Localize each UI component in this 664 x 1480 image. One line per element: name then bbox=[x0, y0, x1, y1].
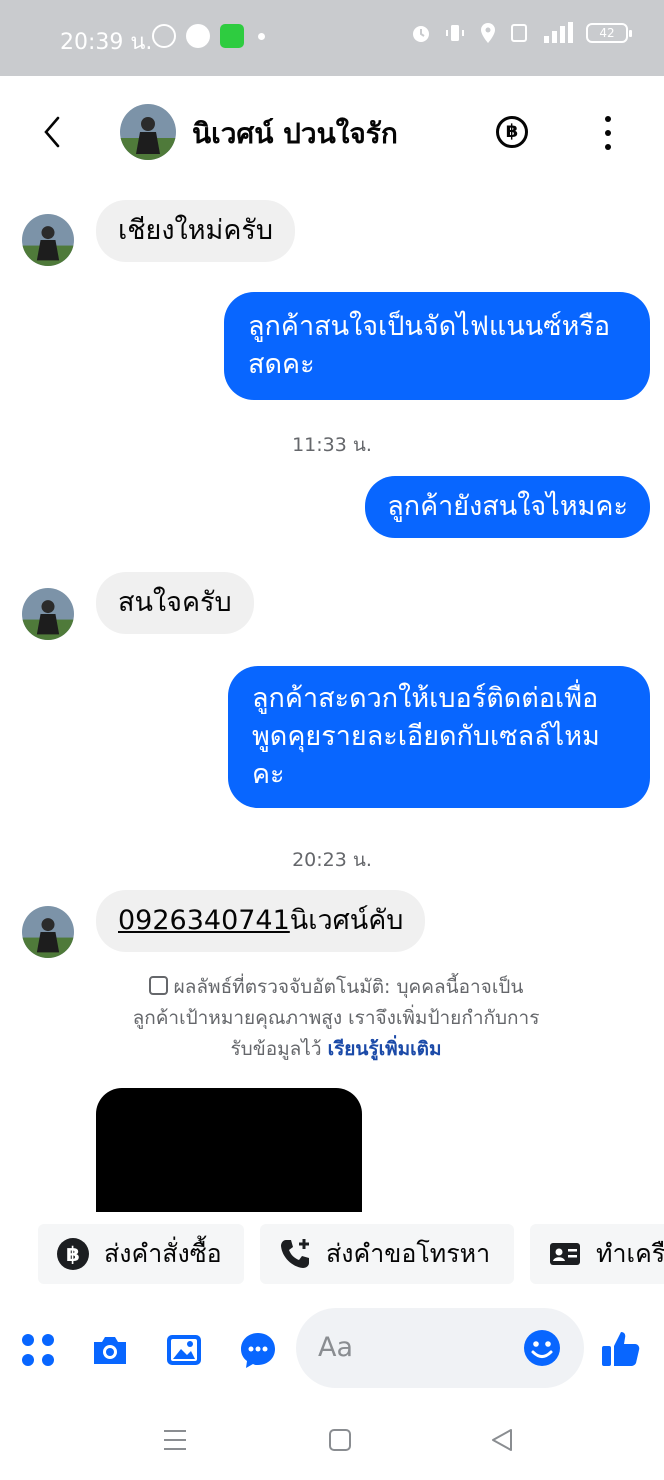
sender-avatar[interactable] bbox=[22, 588, 74, 640]
contact-avatar[interactable] bbox=[120, 104, 176, 160]
message-bubble-incoming[interactable]: 0926340741นิเวศน์คับ bbox=[96, 890, 426, 952]
home-icon[interactable] bbox=[328, 1428, 352, 1452]
sender-avatar[interactable] bbox=[22, 906, 74, 958]
status-notification-icons bbox=[152, 24, 265, 48]
message-timestamp: 11:33 น. bbox=[292, 434, 372, 456]
contact-name[interactable]: นิเวศน์ ปวนใจรัก bbox=[192, 112, 398, 156]
message-bubble-incoming[interactable]: สนใจครับ bbox=[96, 572, 254, 634]
message-timestamp: 20:23 น. bbox=[292, 849, 372, 871]
chat-header: นิเวศน์ ปวนใจรัก ฿ bbox=[0, 76, 664, 188]
quick-reply-send-order[interactable]: ฿ ส่งคำสั่งซื้อ bbox=[38, 1224, 244, 1284]
battery-indicator: 42 bbox=[586, 23, 632, 43]
message-bubble-outgoing[interactable]: ลูกค้าสนใจเป็นจัดไฟแนนซ์หรือ สดคะ bbox=[224, 292, 650, 400]
message-bubble-incoming[interactable]: เชียงใหม่ครับ bbox=[96, 200, 296, 262]
message-composer: Aa bbox=[0, 1298, 664, 1402]
system-navigation-bar bbox=[0, 1402, 664, 1480]
chat-bubble-icon[interactable] bbox=[238, 1330, 278, 1370]
baht-circle-icon: ฿ bbox=[57, 1238, 89, 1270]
phone-number-link[interactable]: 0926340741 bbox=[118, 905, 290, 936]
signal-icon bbox=[544, 22, 573, 43]
fingerprint-icon bbox=[152, 24, 176, 48]
media-attachment[interactable] bbox=[96, 1088, 362, 1212]
message-bubble-outgoing[interactable]: ลูกค้าสะดวกให้เบอร์ติดต่อเพื่อ พูดคุยราย… bbox=[228, 666, 650, 808]
messenger-icon bbox=[186, 24, 210, 48]
alarm-icon bbox=[413, 26, 429, 42]
learn-more-link[interactable]: เรียนรู้เพิ่มเติม bbox=[328, 1038, 442, 1060]
emoji-icon[interactable] bbox=[522, 1328, 562, 1368]
volte-icon bbox=[511, 24, 527, 42]
quick-reply-form[interactable]: ทำเครื bbox=[530, 1224, 664, 1284]
status-bar: 20:39 น. 42 bbox=[0, 0, 664, 76]
app-notification-icon bbox=[220, 24, 244, 48]
message-bubble-outgoing[interactable]: ลูกค้ายังสนใจไหมคะ bbox=[365, 476, 650, 538]
gallery-icon[interactable] bbox=[164, 1330, 204, 1370]
lead-detection-notice: ผลลัพธ์ที่ตรวจจับอัตโนมัติ: บุคคลนี้อาจเ… bbox=[132, 976, 540, 1060]
status-system-icons: 42 bbox=[410, 22, 632, 44]
more-options-icon[interactable] bbox=[596, 116, 620, 150]
sender-avatar[interactable] bbox=[22, 214, 74, 266]
message-input-placeholder: Aa bbox=[318, 1332, 354, 1363]
location-icon bbox=[481, 23, 495, 43]
thumbs-up-icon[interactable] bbox=[600, 1328, 642, 1370]
more-notifications-dot bbox=[258, 32, 265, 40]
recent-apps-icon[interactable] bbox=[162, 1428, 188, 1452]
phone-plus-icon bbox=[281, 1239, 309, 1268]
quick-reply-call-request[interactable]: ส่งคำขอโทรหา bbox=[260, 1224, 514, 1284]
message-input[interactable]: Aa bbox=[296, 1308, 584, 1388]
payment-baht-button[interactable]: ฿ bbox=[496, 116, 528, 148]
id-card-icon bbox=[550, 1243, 580, 1265]
detection-icon bbox=[148, 976, 168, 995]
svg-text:฿: ฿ bbox=[66, 1242, 80, 1266]
back-nav-icon[interactable] bbox=[490, 1428, 514, 1452]
back-arrow-icon[interactable] bbox=[38, 112, 68, 152]
quick-reply-bar: ฿ ส่งคำสั่งซื้อ ส่งคำขอโทรหา ทำเครื bbox=[0, 1214, 664, 1294]
status-time: 20:39 น. bbox=[60, 30, 153, 55]
apps-grid-icon[interactable] bbox=[18, 1330, 58, 1370]
vibrate-icon bbox=[446, 25, 464, 41]
camera-icon[interactable] bbox=[90, 1330, 130, 1370]
